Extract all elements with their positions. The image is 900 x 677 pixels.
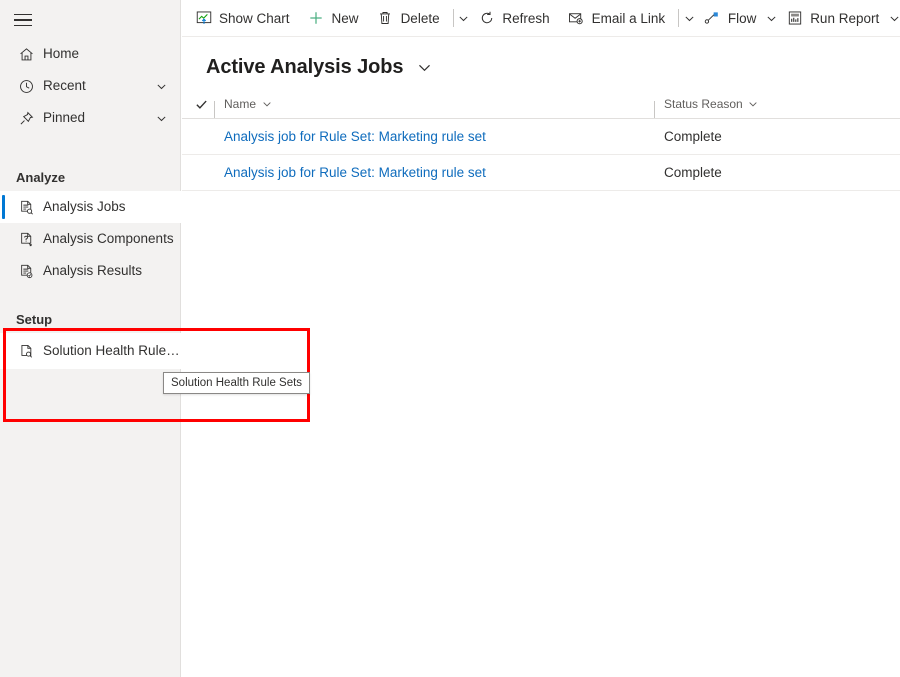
sidebar-item-label: Analysis Components <box>43 232 174 246</box>
main-content: Show Chart New Delete Refresh Email a Li… <box>182 0 900 677</box>
flow-icon <box>704 10 721 27</box>
refresh-button[interactable]: Refresh <box>469 3 558 34</box>
command-bar: Show Chart New Delete Refresh Email a Li… <box>182 0 900 37</box>
new-button[interactable]: New <box>299 3 368 34</box>
column-header-status-reason[interactable]: Status Reason <box>654 97 900 118</box>
delete-overflow-caret[interactable] <box>458 3 470 34</box>
row-status-cell: Complete <box>664 165 722 180</box>
command-label: Delete <box>400 10 440 26</box>
sidebar-item-pinned[interactable]: Pinned <box>0 102 181 134</box>
sidebar-item-solution-health-rule-sets[interactable]: Solution Health Rule ... <box>0 333 181 369</box>
trash-icon <box>377 10 394 27</box>
column-header-label: Status Reason <box>664 97 743 111</box>
run-report-button[interactable]: Run Report <box>777 3 888 34</box>
command-label: Run Report <box>810 10 880 26</box>
sidebar-top-nav: Home Recent Pinned <box>0 38 181 134</box>
command-label: Show Chart <box>219 10 290 26</box>
table-row[interactable]: Analysis job for Rule Set: Marketing rul… <box>182 119 900 155</box>
sidebar-group-analyze: Analyze Analysis Jobs Analysis Component… <box>0 163 181 287</box>
hamburger-line <box>14 24 32 27</box>
chevron-down-icon[interactable] <box>155 112 167 124</box>
pin-icon <box>16 108 36 128</box>
row-name-link[interactable]: Analysis job for Rule Set: Marketing rul… <box>224 129 486 144</box>
delete-button[interactable]: Delete <box>368 3 449 34</box>
chart-icon <box>195 10 212 27</box>
command-label: Refresh <box>502 10 550 26</box>
sidebar-group-heading: Setup <box>16 311 53 327</box>
select-all-checkbox[interactable] <box>182 98 214 111</box>
sidebar-item-analysis-components[interactable]: Analysis Components <box>0 223 181 255</box>
sidebar-item-label: Pinned <box>43 111 86 125</box>
email-overflow-caret[interactable] <box>683 3 695 34</box>
hamburger-line <box>14 13 32 16</box>
flow-button[interactable]: Flow <box>695 3 766 34</box>
tooltip: Solution Health Rule Sets <box>163 372 311 394</box>
row-name-link[interactable]: Analysis job for Rule Set: Marketing rul… <box>224 165 486 180</box>
show-chart-button[interactable]: Show Chart <box>186 3 299 34</box>
table-row[interactable]: Analysis job for Rule Set: Marketing rul… <box>182 155 900 191</box>
sidebar-item-label: Analysis Jobs <box>43 200 126 214</box>
view-header: Active Analysis Jobs <box>182 45 900 90</box>
data-grid: Name Status Reason Analysis job for Rule… <box>182 90 900 191</box>
command-separator <box>678 9 680 27</box>
sidebar: Home Recent Pinned Analyze Analysis Jobs… <box>0 0 181 677</box>
sidebar-group-setup: Setup Solution Health Rule ... <box>0 305 181 369</box>
row-status-cell: Complete <box>664 129 722 144</box>
sidebar-item-home[interactable]: Home <box>0 38 181 70</box>
hamburger-line <box>14 19 32 21</box>
grid-header-row: Name Status Reason <box>182 90 900 119</box>
row-name-cell[interactable]: Analysis job for Rule Set: Marketing rul… <box>214 165 654 180</box>
sidebar-item-analysis-results[interactable]: Analysis Results <box>0 255 181 287</box>
sidebar-item-analysis-jobs[interactable]: Analysis Jobs <box>0 191 181 223</box>
document-question-icon <box>16 229 36 249</box>
plus-icon <box>308 10 325 27</box>
sidebar-item-label: Solution Health Rule ... <box>43 344 181 358</box>
sidebar-item-recent[interactable]: Recent <box>0 70 181 102</box>
flow-overflow-caret[interactable] <box>765 3 777 34</box>
row-name-cell[interactable]: Analysis job for Rule Set: Marketing rul… <box>214 129 654 144</box>
page-title: Active Analysis Jobs <box>206 56 404 78</box>
chevron-down-icon[interactable] <box>155 80 167 92</box>
column-header-label: Name <box>224 97 257 111</box>
document-check-icon <box>16 261 36 281</box>
chevron-down-icon[interactable] <box>261 99 272 110</box>
run-report-overflow-caret[interactable] <box>888 3 900 34</box>
sidebar-item-label: Analysis Results <box>43 264 143 278</box>
command-label: Flow <box>727 10 757 26</box>
document-magnify-icon <box>16 341 36 361</box>
home-icon <box>16 44 36 64</box>
sidebar-group-heading: Analyze <box>16 169 66 185</box>
application-window: Home Recent Pinned Analyze Analysis Jobs… <box>0 0 900 677</box>
email-a-link-button[interactable]: Email a Link <box>559 3 675 34</box>
command-label: New <box>331 10 359 26</box>
command-label: Email a Link <box>591 10 666 26</box>
sidebar-item-label: Recent <box>43 79 86 93</box>
document-search-icon <box>16 197 36 217</box>
email-link-icon <box>568 10 585 27</box>
report-icon <box>786 10 803 27</box>
tooltip-text: Solution Health Rule Sets <box>171 377 303 389</box>
clock-icon <box>16 76 36 96</box>
sidebar-item-label: Home <box>43 47 80 61</box>
command-separator <box>452 9 454 27</box>
refresh-icon <box>478 10 495 27</box>
view-selector-chevron-down-icon[interactable] <box>416 60 432 76</box>
column-header-name[interactable]: Name <box>214 97 654 118</box>
chevron-down-icon[interactable] <box>748 99 759 110</box>
menu-hamburger-icon[interactable] <box>8 6 38 34</box>
